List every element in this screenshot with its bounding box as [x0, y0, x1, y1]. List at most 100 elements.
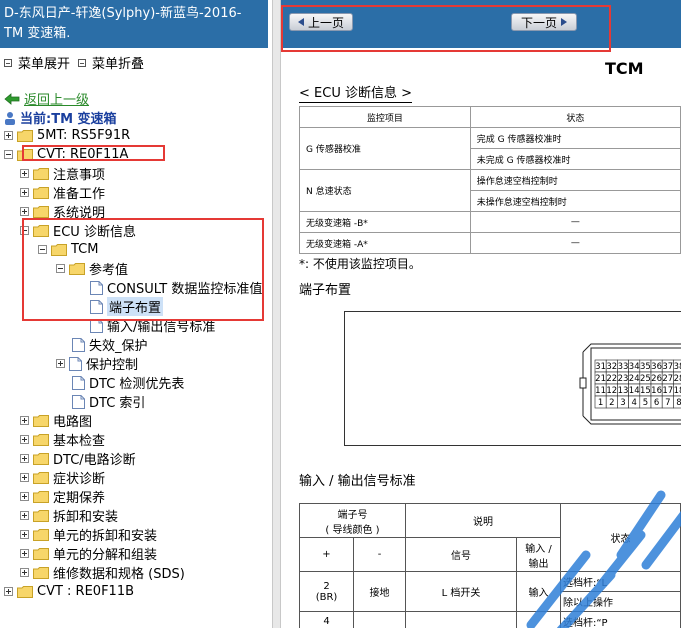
prev-page-button[interactable]: 上一页	[289, 13, 353, 31]
table-cell: 接地	[353, 571, 406, 612]
table-cell: 操作怠速空档控制时	[469, 169, 681, 191]
tree-item-ecu-diagnosis[interactable]: ECU 诊断信息	[20, 221, 136, 240]
document-icon	[72, 375, 85, 390]
expand-icon[interactable]	[20, 473, 29, 482]
pin-number: 15	[640, 386, 651, 396]
expand-icon[interactable]	[20, 207, 29, 216]
tree-item-precautions[interactable]: 注意事项	[20, 164, 105, 183]
table-row: 无级变速箱 -A* —	[299, 232, 681, 254]
tree-item-tcm[interactable]: TCM	[38, 240, 98, 259]
document-icon	[72, 337, 85, 352]
table-cell: 未完成 G 传感器校准时	[469, 148, 681, 170]
tree-item-label: CVT: RE0F11A	[37, 147, 129, 162]
document-icon	[69, 356, 82, 371]
tree-item-label: CONSULT 数据监控标准值	[107, 282, 263, 297]
terminal-no-header: 端子号	[337, 509, 368, 521]
table-cell: 输入	[516, 571, 561, 612]
tree-item-unit-disassembly[interactable]: 单元的分解和组装	[20, 544, 157, 563]
tree-item-unit-removal[interactable]: 单元的拆卸和安装	[20, 525, 157, 544]
pin-number: 21	[595, 374, 606, 384]
folder-icon	[33, 186, 49, 199]
tree-item-system-description[interactable]: 系统说明	[20, 202, 105, 221]
tree-item-dtc-priority[interactable]: DTC 检测优先表	[72, 373, 184, 392]
menu-toolbar: 菜单展开 菜单折叠	[0, 52, 268, 72]
table-cell: 完成 G 传感器校准时	[469, 127, 681, 149]
next-page-button[interactable]: 下一页	[511, 13, 577, 31]
folder-icon	[33, 528, 49, 541]
tree-item-circuit-diagram[interactable]: 电路图	[20, 411, 92, 430]
tree-item-label-selected: 端子布置	[107, 297, 164, 316]
expand-icon[interactable]	[4, 131, 13, 140]
expand-icon[interactable]	[20, 492, 29, 501]
pin-number: 14	[629, 386, 640, 396]
tree-item-reference-value[interactable]: 参考值	[56, 259, 128, 278]
expand-icon[interactable]	[56, 359, 65, 368]
wire-color-header: ( 导线颜色 )	[325, 524, 380, 536]
collapse-menu-button[interactable]: 菜单折叠	[78, 53, 144, 72]
folder-icon	[33, 509, 49, 522]
expand-icon[interactable]	[20, 511, 29, 520]
column-header: -	[353, 537, 406, 572]
tree-item-consult-monitor[interactable]: CONSULT 数据监控标准值	[90, 278, 262, 297]
table-cell: 无级变速箱 -B*	[299, 211, 471, 233]
tree-item-terminal-layout[interactable]: 端子布置	[90, 297, 164, 316]
tree-item-label: DTC 索引	[89, 396, 146, 411]
pin-number: 22	[606, 374, 617, 384]
column-header: +	[299, 537, 354, 572]
tree-item-fail-safe[interactable]: 失效_保护	[72, 335, 148, 354]
pin-number: 31	[595, 362, 606, 372]
tree-item-dtc-circuit[interactable]: DTC/电路诊断	[20, 449, 136, 468]
tree-item-label: 单元的分解和组装	[53, 548, 158, 563]
tree-item-label: 拆卸和安装	[53, 510, 119, 525]
tree-item-maintenance[interactable]: 定期保养	[20, 487, 105, 506]
expand-icon[interactable]	[20, 416, 29, 425]
expand-icon[interactable]	[20, 454, 29, 463]
tree-item-removal[interactable]: 拆卸和安装	[20, 506, 118, 525]
tree-item-label: DTC/电路诊断	[53, 453, 136, 468]
table-header-row: 端子号 ( 导线颜色 ) 说明 状态	[299, 503, 681, 572]
column-header: 状态	[560, 503, 681, 572]
collapse-icon[interactable]	[56, 264, 65, 273]
current-location: 当前:TM 变速箱	[4, 108, 117, 127]
table-cell: 无级变速箱 -A*	[299, 232, 471, 254]
expand-menu-button[interactable]: 菜单展开	[4, 53, 70, 72]
tree-item-preparation[interactable]: 准备工作	[20, 183, 105, 202]
io-header-line: 输入 /	[525, 543, 552, 555]
tree-item-basic-inspection[interactable]: 基本检查	[20, 430, 105, 449]
collapse-icon[interactable]	[20, 226, 29, 235]
table-cell	[405, 611, 517, 628]
tree-item-symptom[interactable]: 症状诊断	[20, 468, 105, 487]
expand-icon[interactable]	[20, 549, 29, 558]
tree-item-label: 电路图	[53, 415, 93, 430]
tree-item-cvt-re0f11b[interactable]: CVT : RE0F11B	[4, 582, 134, 601]
collapse-icon[interactable]	[4, 150, 13, 159]
expand-icon[interactable]	[20, 568, 29, 577]
tree-item-io-signal[interactable]: 输入/输出信号标准	[90, 316, 215, 335]
expand-icon[interactable]	[20, 530, 29, 539]
tree-item-5mt[interactable]: 5MT: RS5F91R	[4, 126, 130, 145]
pin-number: 36	[651, 362, 662, 372]
expand-icon[interactable]	[20, 435, 29, 444]
tree-item-label: ECU 诊断信息	[53, 225, 136, 240]
panel-splitter[interactable]	[272, 0, 281, 628]
table-header-row: 监控项目 状态	[299, 106, 681, 128]
tree-item-cvt-re0f11a[interactable]: CVT: RE0F11A	[4, 145, 128, 164]
tree-item-protection-control[interactable]: 保护控制	[56, 354, 138, 373]
pin-number: 26	[651, 374, 662, 384]
folder-icon	[17, 585, 33, 598]
expand-icon[interactable]	[20, 169, 29, 178]
collapse-icon[interactable]	[38, 245, 47, 254]
expand-icon[interactable]	[20, 188, 29, 197]
table-cell: 除以上操作	[560, 591, 681, 612]
prev-page-label: 上一页	[307, 15, 344, 30]
tree-item-dtc-index[interactable]: DTC 索引	[72, 392, 145, 411]
io-header-line: 输出	[528, 558, 549, 570]
back-link[interactable]: 返回上一级	[4, 89, 89, 108]
folder-icon	[33, 167, 49, 180]
tree-item-label: 准备工作	[53, 187, 106, 202]
tree-item-sds[interactable]: 维修数据和规格 (SDS)	[20, 563, 185, 582]
app-window: D-东风日产-轩逸(Sylphy)-新蓝鸟-2016- TM 变速箱. 菜单展开…	[0, 0, 681, 628]
pin-number: 24	[629, 374, 640, 384]
expand-icon[interactable]	[4, 587, 13, 596]
content-panel: 上一页 下一页 TCM < ECU 诊断信息 > 监控项目 状态 G 传感器校准…	[281, 0, 681, 628]
